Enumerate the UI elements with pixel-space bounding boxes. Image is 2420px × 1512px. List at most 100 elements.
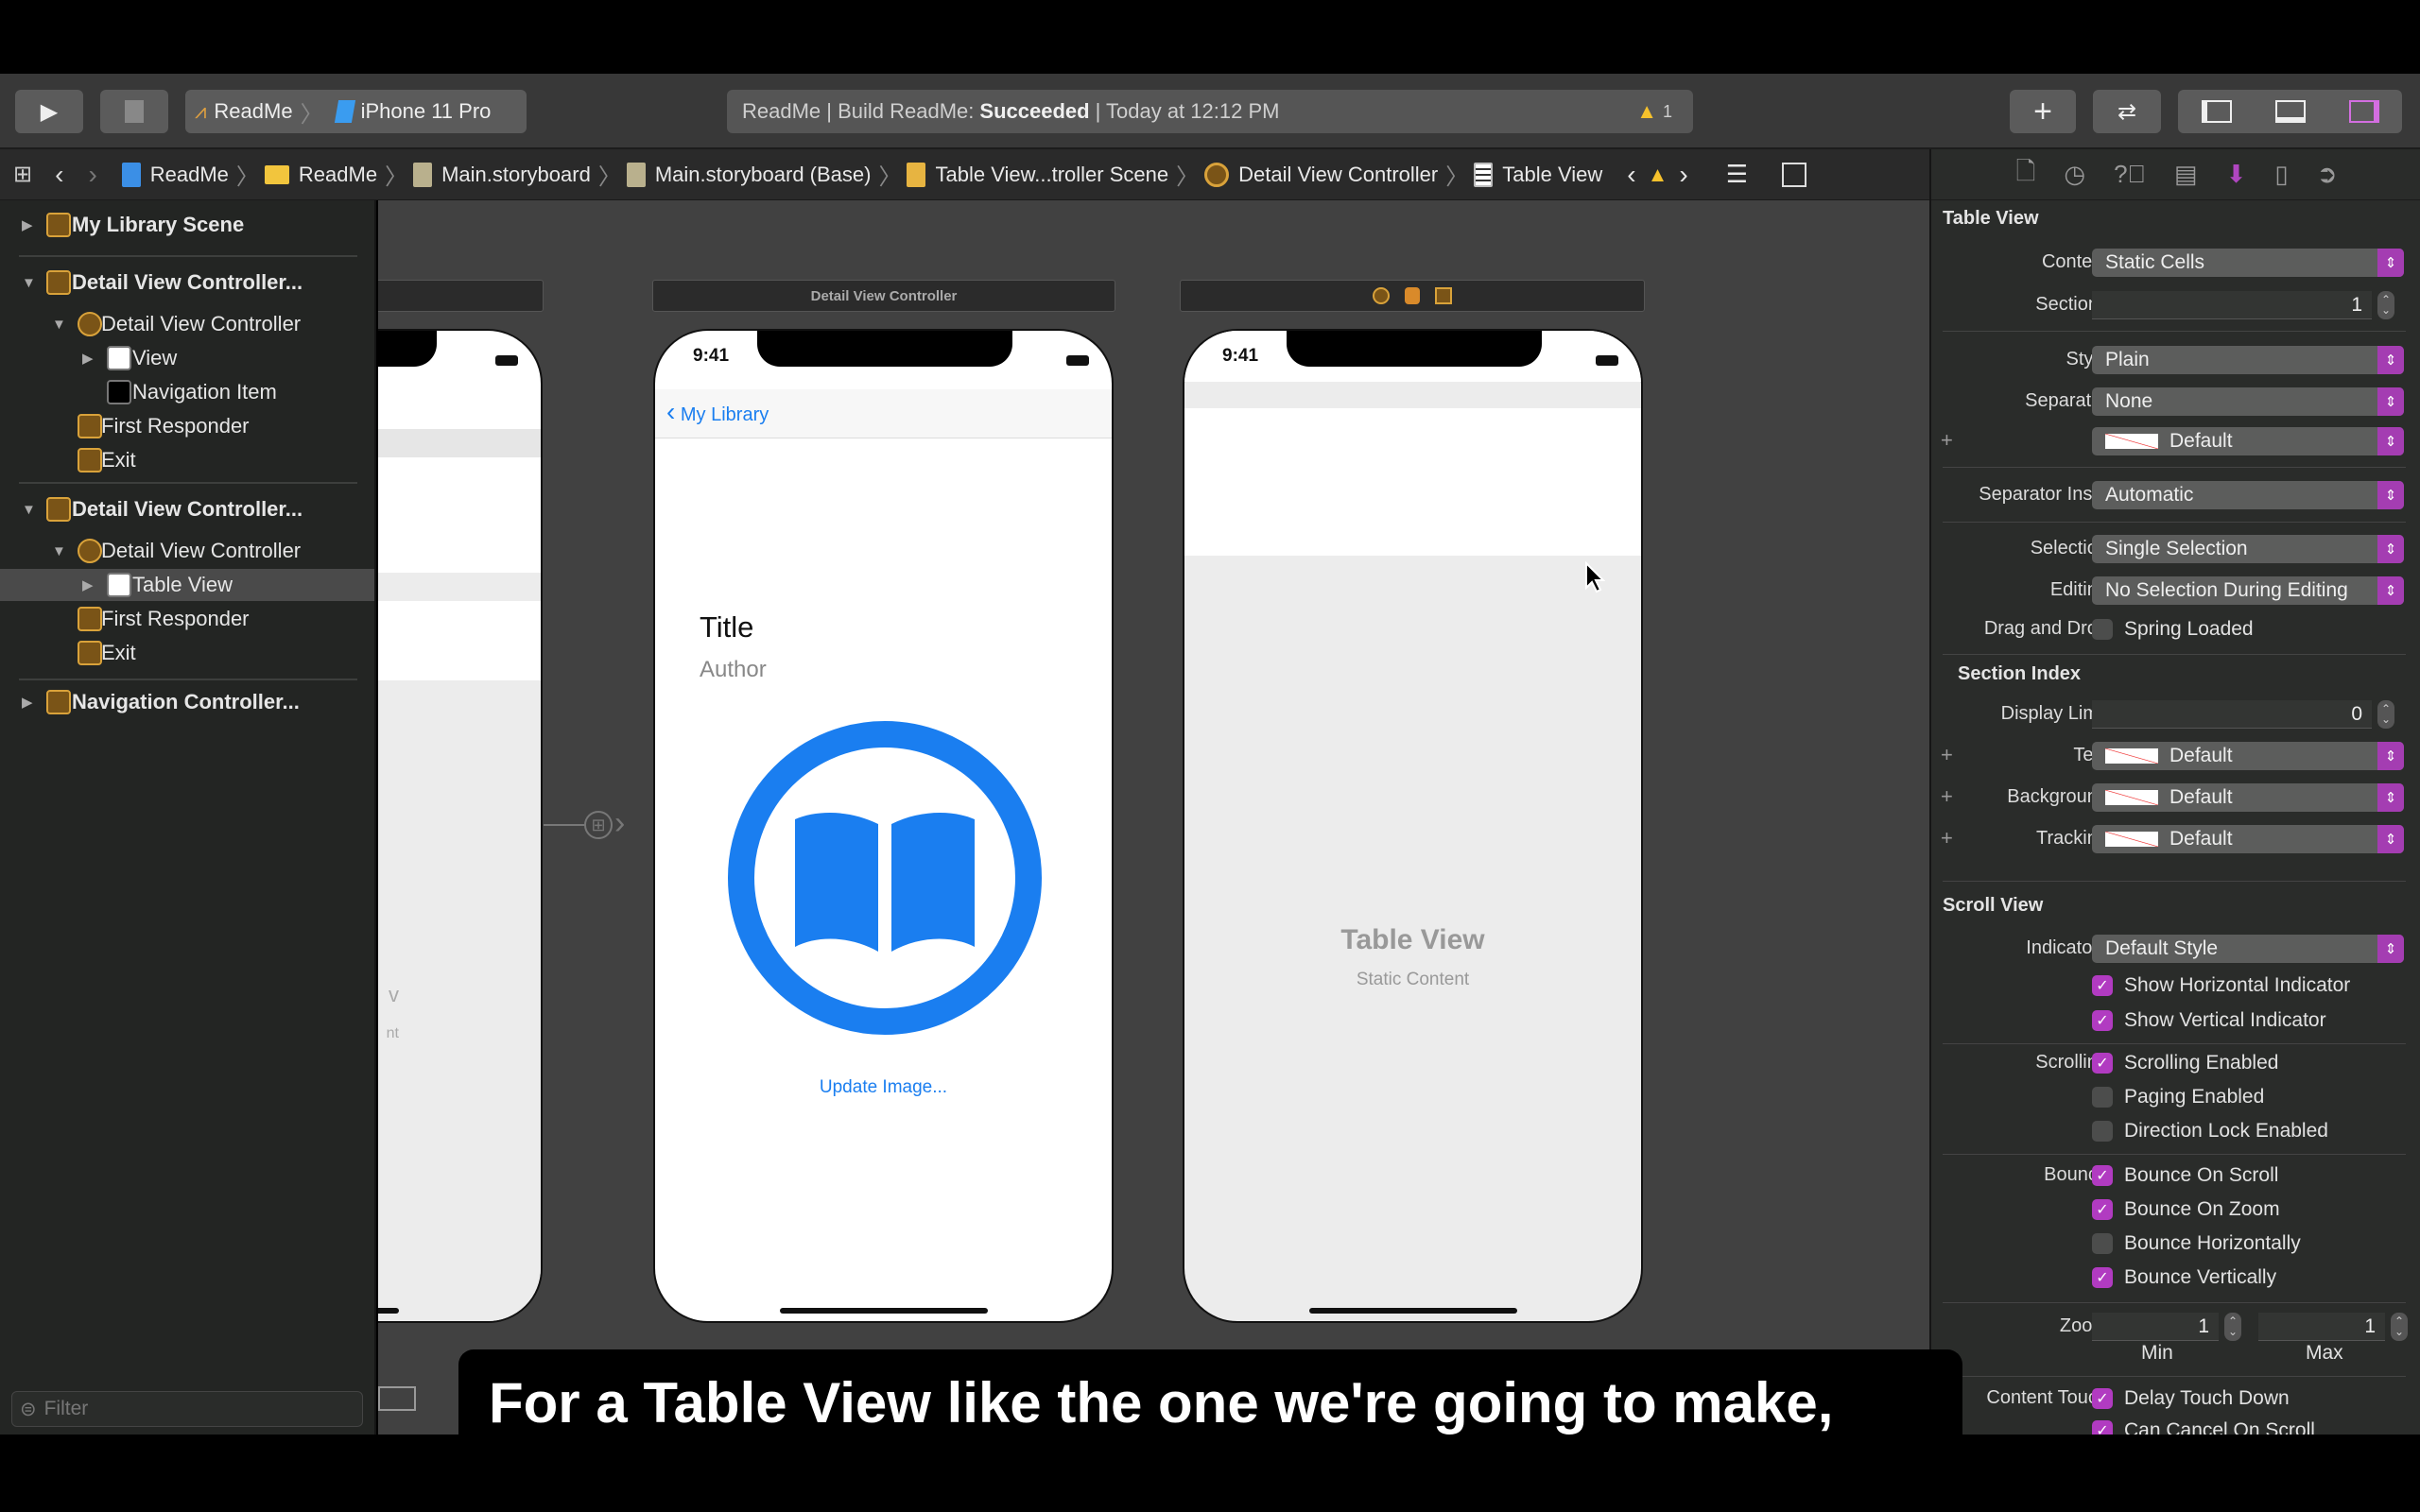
outline-item[interactable]: ▶ Navigation Controller... — [0, 686, 374, 718]
checkbox[interactable]: ✓ — [2092, 1388, 2113, 1409]
checkbox[interactable] — [2092, 1233, 2113, 1254]
scheme-selector[interactable]: ⩘ ReadMe 〉 iPhone 11 Pro — [185, 90, 527, 133]
outline-item[interactable]: ▼ Detail View Controller — [0, 308, 374, 340]
index-background-color-popup[interactable]: Default ⇕ — [2092, 783, 2404, 812]
file-inspector-icon[interactable]: 🗋 — [2015, 154, 2035, 196]
checkbox[interactable]: ✓ — [2092, 1267, 2113, 1288]
scene-header-my-library[interactable] — [378, 280, 544, 312]
checkbox[interactable]: ✓ — [2092, 1053, 2113, 1074]
outline-item[interactable]: ▶ My Library Scene — [0, 209, 374, 241]
zoom-max-field[interactable]: 1 — [2258, 1313, 2385, 1341]
scene-header-table[interactable] — [1180, 280, 1645, 312]
attributes-inspector-icon[interactable]: ⬇ — [2226, 160, 2247, 189]
next-issue-icon[interactable]: › — [1679, 160, 1687, 190]
toggle-debug-area-icon[interactable] — [2274, 100, 2306, 123]
view-controller-icon[interactable] — [1373, 287, 1390, 304]
outline-item[interactable]: ▼ Detail View Controller... — [0, 266, 374, 299]
checkbox[interactable] — [2092, 1087, 2113, 1108]
disclosure-expanded-icon[interactable]: ▼ — [52, 543, 66, 559]
stepper-icon[interactable]: ⌃ ⌄ — [2224, 1313, 2241, 1341]
previous-issue-icon[interactable]: ‹ — [1627, 160, 1635, 190]
stop-button[interactable] — [100, 90, 168, 133]
breadcrumb-storyboard[interactable]: Main.storyboard — [413, 162, 591, 187]
toggle-inspector-icon[interactable] — [2348, 100, 2379, 123]
breadcrumb-scene[interactable]: Table View...troller Scene — [907, 162, 1168, 187]
checkbox[interactable]: ✓ — [2092, 1010, 2113, 1031]
scene-header-detail[interactable]: Detail View Controller — [652, 280, 1115, 312]
outline-item[interactable]: ▶ View — [0, 342, 374, 374]
zoom-min-field[interactable]: 1 — [2092, 1313, 2219, 1341]
index-text-color-popup[interactable]: Default ⇕ — [2092, 742, 2404, 770]
add-editor-icon[interactable] — [1782, 162, 1806, 187]
separator-inset-popup[interactable]: Automatic ⇕ — [2092, 481, 2404, 509]
plus-icon[interactable]: + — [1941, 826, 1953, 850]
disclosure-collapsed-icon[interactable]: ▶ — [22, 216, 33, 233]
stepper-icon[interactable]: ⌃ ⌄ — [2377, 700, 2394, 729]
index-tracking-color-popup[interactable]: Default ⇕ — [2092, 825, 2404, 853]
back-button[interactable]: ‹ My Library — [666, 397, 769, 427]
outline-item[interactable]: Exit — [0, 637, 374, 669]
separator-color-popup[interactable]: Default ⇕ — [2092, 427, 2404, 455]
checkbox[interactable] — [2092, 1121, 2113, 1142]
plus-icon[interactable]: + — [1941, 743, 1953, 767]
quick-help-icon[interactable]: ?⃝ — [2114, 160, 2146, 189]
disclosure-collapsed-icon[interactable]: ▶ — [82, 576, 94, 593]
warning-icon[interactable]: ▲ — [1648, 163, 1668, 187]
document-items-icon[interactable]: ☰ — [1726, 160, 1748, 189]
size-inspector-icon[interactable]: ▯ — [2274, 160, 2288, 189]
static-cell[interactable] — [1184, 408, 1641, 556]
spring-loaded-checkbox[interactable] — [2092, 619, 2113, 640]
disclosure-expanded-icon[interactable]: ▼ — [22, 275, 36, 291]
first-responder-icon[interactable] — [1405, 287, 1420, 304]
outline-item[interactable]: First Responder — [0, 410, 374, 442]
breadcrumb-storyboard-base[interactable]: Main.storyboard (Base) — [626, 162, 871, 187]
separator-popup[interactable]: None ⇕ — [2092, 387, 2404, 416]
content-popup[interactable]: Static Cells ⇕ — [2092, 249, 2404, 277]
display-limit-field[interactable]: 0 — [2092, 700, 2372, 729]
outline-item[interactable]: Navigation Item — [0, 376, 374, 408]
segue-icon[interactable]: ⊞ — [584, 811, 613, 839]
breadcrumb-view-controller[interactable]: Detail View Controller — [1204, 162, 1438, 187]
code-review-button[interactable]: ⇄ — [2093, 90, 2161, 133]
checkbox[interactable]: ✓ — [2092, 1199, 2113, 1220]
checkbox[interactable]: ✓ — [2092, 1165, 2113, 1186]
outline-item[interactable]: First Responder — [0, 603, 374, 635]
editing-popup[interactable]: No Selection During Editing ⇕ — [2092, 576, 2404, 605]
outline-item[interactable]: Exit — [0, 444, 374, 476]
breadcrumb-table-view[interactable]: Table View — [1474, 162, 1602, 187]
warning-indicator[interactable]: ▲ 1 — [1636, 99, 1672, 124]
style-popup[interactable]: Plain ⇕ — [2092, 346, 2404, 374]
plus-icon[interactable]: + — [1941, 428, 1953, 453]
related-items-icon[interactable]: ⊞ — [13, 161, 32, 188]
outline-item[interactable]: ▼ Detail View Controller... — [0, 493, 374, 525]
run-button[interactable]: ▶ — [15, 90, 83, 133]
storyboard-canvas[interactable]: v nt ⊞ › Detail View Controller 9:41 ‹ M… — [378, 200, 1929, 1435]
library-button[interactable]: + — [2010, 90, 2076, 133]
detail-scene[interactable]: 9:41 ‹ My Library Title Author Update Im… — [653, 329, 1114, 1323]
checkbox[interactable]: ✓ — [2092, 1420, 2113, 1435]
disclosure-expanded-icon[interactable]: ▼ — [22, 502, 36, 518]
outline-item[interactable]: ▶ Table View — [0, 569, 374, 601]
toggle-navigator-icon[interactable] — [2201, 100, 2232, 123]
stepper-icon[interactable]: ⌃ ⌄ — [2391, 1313, 2408, 1341]
outline-item[interactable]: ▼ Detail View Controller — [0, 535, 374, 567]
indicators-popup[interactable]: Default Style ⇕ — [2092, 935, 2404, 963]
disclosure-collapsed-icon[interactable]: ▶ — [82, 350, 94, 367]
disclosure-expanded-icon[interactable]: ▼ — [52, 317, 66, 333]
sections-field[interactable]: 1 — [2092, 291, 2372, 319]
disclosure-collapsed-icon[interactable]: ▶ — [22, 694, 33, 711]
breadcrumb-project[interactable]: ReadMe — [121, 162, 229, 187]
sidebar-toggle-icon[interactable] — [378, 1386, 416, 1411]
connections-inspector-icon[interactable]: ➲ — [2317, 160, 2338, 189]
plus-icon[interactable]: + — [1941, 784, 1953, 809]
back-arrow-icon[interactable]: ‹ — [55, 160, 63, 190]
selection-popup[interactable]: Single Selection ⇕ — [2092, 535, 2404, 563]
forward-arrow-icon[interactable]: › — [88, 160, 96, 190]
my-library-scene[interactable]: v nt — [378, 329, 543, 1323]
breadcrumb-folder[interactable]: ReadMe — [264, 163, 377, 187]
exit-icon[interactable] — [1435, 287, 1452, 304]
identity-inspector-icon[interactable]: ▤ — [2174, 160, 2198, 189]
update-image-button[interactable]: Update Image... — [655, 1077, 1112, 1098]
table-scene[interactable]: 9:41 Table View Static Content — [1183, 329, 1643, 1323]
checkbox[interactable]: ✓ — [2092, 975, 2113, 996]
